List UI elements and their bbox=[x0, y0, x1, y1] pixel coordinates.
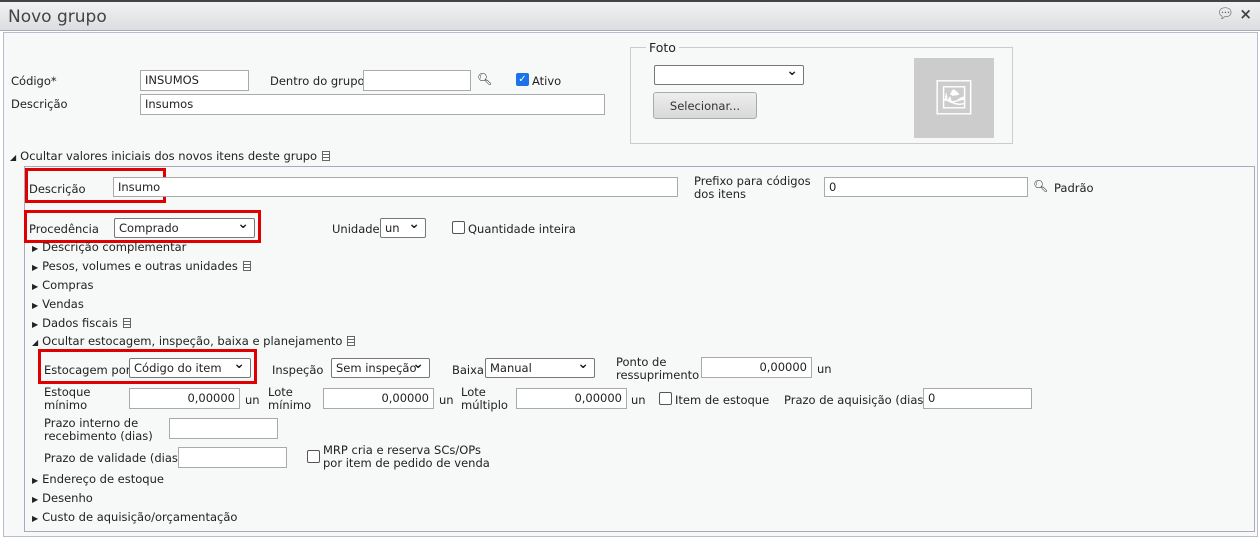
lote-mult-input[interactable]: 0,00000 bbox=[516, 388, 627, 409]
title-bar: Novo grupo 💬︎ × bbox=[0, 0, 1260, 31]
lote-min-input[interactable]: 0,00000 bbox=[323, 388, 434, 409]
prazo-recebimento-input[interactable] bbox=[169, 418, 278, 439]
doc-icon bbox=[242, 261, 251, 271]
doc-icon bbox=[322, 151, 331, 161]
ativo-checkbox[interactable]: ✓ bbox=[516, 73, 529, 86]
dentro-grupo-label: Dentro do grupo bbox=[270, 74, 365, 88]
collapsible-descricao-complementar[interactable]: ▶ Descrição complementar bbox=[32, 241, 186, 255]
search-icon[interactable]: 🔍︎ bbox=[1033, 179, 1048, 193]
codigo-label: Código* bbox=[11, 74, 57, 88]
inspecao-select[interactable]: Sem inspeção bbox=[331, 356, 430, 378]
estoque-min-input[interactable]: 0,00000 bbox=[129, 388, 240, 409]
estocagem-label: Estocagem por bbox=[44, 363, 131, 377]
quantidade-inteira-checkbox[interactable] bbox=[452, 221, 465, 234]
selecionar-button[interactable]: Selecionar... bbox=[653, 92, 757, 119]
speech-bubble-icon[interactable]: 💬︎ bbox=[1216, 6, 1234, 22]
foto-legend: Foto bbox=[646, 41, 679, 54]
doc-icon bbox=[347, 336, 356, 346]
ponto-input[interactable]: 0,00000 bbox=[701, 357, 812, 378]
lote-min-label: Lote mínimo bbox=[268, 385, 312, 412]
descricao-input[interactable]: Insumos bbox=[140, 94, 605, 115]
window-title: Novo grupo bbox=[8, 7, 107, 27]
procedencia-select[interactable]: Comprado bbox=[114, 216, 255, 238]
collapsible-custo-aquisicao[interactable]: ▶ Custo de aquisição/orçamentação bbox=[32, 511, 237, 525]
prazo-validade-input[interactable] bbox=[178, 447, 287, 468]
baixa-label: Baixa bbox=[452, 363, 484, 377]
estocagem-toggle[interactable]: ◢ Ocultar estocagem, inspeção, baixa e pl… bbox=[32, 335, 356, 349]
mrp-label: MRP cria e reserva SCs/OPs por item de p… bbox=[323, 443, 490, 470]
valores-iniciais-label: Ocultar valores iniciais dos novos itens… bbox=[20, 149, 318, 163]
collapsible-vendas[interactable]: ▶ Vendas bbox=[32, 298, 84, 312]
collapsible-pesos[interactable]: ▶ Pesos, volumes e outras unidades bbox=[32, 260, 251, 274]
quantidade-inteira-label: Quantidade inteira bbox=[468, 222, 576, 236]
item-estoque-label: Item de estoque bbox=[675, 393, 770, 407]
unidade-select[interactable]: un bbox=[380, 216, 426, 238]
collapsible-compras[interactable]: ▶ Compras bbox=[32, 279, 94, 293]
descricao-label: Descrição bbox=[11, 97, 68, 111]
dentro-grupo-input[interactable] bbox=[363, 70, 471, 91]
mrp-checkbox[interactable] bbox=[307, 450, 320, 463]
lote-mult-label: Lote múltiplo bbox=[461, 385, 508, 412]
padrao-label: Padrão bbox=[1054, 181, 1094, 195]
ponto-label: Ponto de ressuprimento bbox=[616, 355, 700, 382]
unit-label: un bbox=[439, 393, 454, 407]
unit-label: un bbox=[631, 393, 646, 407]
codigo-input[interactable]: INSUMOS bbox=[140, 70, 249, 91]
estocagem-select[interactable]: Código do item bbox=[129, 356, 251, 378]
doc-icon bbox=[122, 318, 131, 328]
image-placeholder-icon: 🖼︎ bbox=[914, 58, 994, 138]
unit-label: un bbox=[817, 362, 832, 376]
unidade-label: Unidade bbox=[332, 222, 380, 236]
prazo-validade-label: Prazo de validade (dias) bbox=[44, 451, 183, 465]
prazo-aquisicao-input[interactable]: 0 bbox=[923, 388, 1032, 409]
collapsible-dados-fiscais[interactable]: ▶ Dados fiscais bbox=[32, 317, 131, 331]
collapsible-desenho[interactable]: ▶ Desenho bbox=[32, 492, 93, 506]
prazo-recebimento-label: Prazo interno de recebimento (dias) bbox=[44, 416, 153, 443]
secao-descricao-label: Descrição bbox=[29, 182, 86, 196]
prefixo-label: Prefixo para códigos dos itens bbox=[694, 174, 811, 201]
ativo-label: Ativo bbox=[532, 74, 562, 88]
inspecao-label: Inspeção bbox=[272, 363, 324, 377]
unit-label: un bbox=[245, 393, 260, 407]
close-icon[interactable]: × bbox=[1239, 5, 1252, 23]
prefixo-input[interactable]: 0 bbox=[824, 177, 1028, 197]
collapsible-endereco-estoque[interactable]: ▶ Endereço de estoque bbox=[32, 473, 164, 487]
prazo-aquisicao-label: Prazo de aquisição (dias) bbox=[784, 393, 928, 407]
valores-iniciais-toggle[interactable]: ◢ Ocultar valores iniciais dos novos iten… bbox=[10, 149, 331, 164]
search-icon[interactable]: 🔍︎ bbox=[477, 72, 492, 86]
secao-descricao-input[interactable]: Insumo bbox=[113, 177, 678, 197]
estoque-min-label: Estoque mínimo bbox=[44, 385, 91, 412]
baixa-select[interactable]: Manual bbox=[485, 356, 595, 378]
procedencia-label: Procedência bbox=[29, 222, 99, 236]
item-estoque-checkbox[interactable] bbox=[659, 392, 672, 405]
foto-select[interactable] bbox=[654, 63, 804, 85]
